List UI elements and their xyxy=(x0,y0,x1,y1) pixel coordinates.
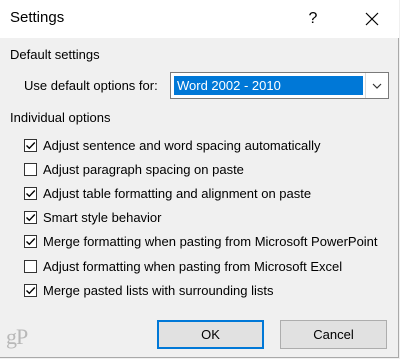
dialog-title: Settings xyxy=(10,9,65,26)
default-settings-group-label: Default settings xyxy=(10,47,100,62)
chevron-down-icon[interactable] xyxy=(365,73,388,98)
option-checkbox[interactable] xyxy=(24,210,37,224)
option-label: Adjust paragraph spacing on paste xyxy=(43,161,244,177)
option-checkbox[interactable] xyxy=(24,162,37,176)
individual-options-group-label: Individual options xyxy=(10,110,111,125)
checkmark-icon xyxy=(26,237,36,245)
option-row[interactable]: Adjust paragraph spacing on paste xyxy=(24,160,244,178)
option-label: Adjust table formatting and alignment on… xyxy=(43,185,312,201)
ok-button-label: OK xyxy=(201,327,220,342)
watermark-logo: gP xyxy=(6,324,28,349)
cancel-button[interactable]: Cancel xyxy=(280,320,387,349)
option-label: Adjust formatting when pasting from Micr… xyxy=(43,258,343,274)
settings-dialog: Settings ? Default settings Use default … xyxy=(0,0,399,358)
option-row[interactable]: Adjust table formatting and alignment on… xyxy=(24,184,311,202)
default-options-select[interactable]: Word 2002 - 2010 xyxy=(170,72,389,99)
option-label: Merge pasted lists with surrounding list… xyxy=(43,282,274,298)
option-row[interactable]: Merge pasted lists with surrounding list… xyxy=(24,281,274,299)
checkmark-icon xyxy=(26,141,36,149)
close-button[interactable] xyxy=(352,2,392,36)
option-checkbox[interactable] xyxy=(24,234,37,248)
option-label: Adjust sentence and word spacing automat… xyxy=(43,137,321,153)
option-row[interactable]: Merge formatting when pasting from Micro… xyxy=(24,232,378,250)
option-label: Smart style behavior xyxy=(43,209,162,225)
checkmark-icon xyxy=(26,213,36,221)
help-button[interactable]: ? xyxy=(296,2,330,36)
option-checkbox[interactable] xyxy=(24,186,37,200)
option-row[interactable]: Smart style behavior xyxy=(24,208,162,226)
option-row[interactable]: Adjust formatting when pasting from Micr… xyxy=(24,257,342,275)
option-label: Merge formatting when pasting from Micro… xyxy=(43,233,378,249)
checkmark-icon xyxy=(26,189,36,197)
option-row[interactable]: Adjust sentence and word spacing automat… xyxy=(24,136,321,154)
use-default-options-label: Use default options for: xyxy=(24,78,158,93)
close-icon xyxy=(365,12,379,26)
ok-button[interactable]: OK xyxy=(157,320,264,349)
option-checkbox[interactable] xyxy=(24,138,37,152)
cancel-button-label: Cancel xyxy=(313,327,354,342)
select-value: Word 2002 - 2010 xyxy=(174,76,363,95)
option-checkbox[interactable] xyxy=(24,259,37,273)
checkmark-icon xyxy=(26,286,36,294)
help-icon: ? xyxy=(308,10,318,27)
title-bar: Settings ? xyxy=(0,0,399,38)
option-checkbox[interactable] xyxy=(24,283,37,297)
